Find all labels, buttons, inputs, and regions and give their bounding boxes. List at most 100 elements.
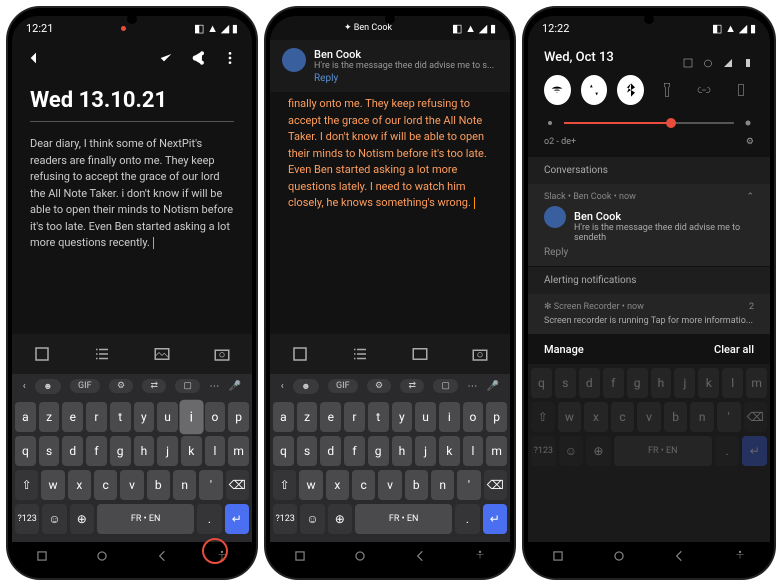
- reply-button[interactable]: Reply: [544, 247, 754, 258]
- sticker-icon[interactable]: ☻: [293, 379, 318, 394]
- editor-content[interactable]: Wed 13.10.21 Dear diary, I think some of…: [12, 76, 252, 334]
- key[interactable]: s: [297, 436, 318, 466]
- image-icon[interactable]: [153, 345, 171, 363]
- key[interactable]: i: [439, 402, 460, 432]
- key-k[interactable]: k: [181, 436, 202, 466]
- recents-icon[interactable]: [551, 549, 565, 563]
- key[interactable]: w: [299, 470, 322, 500]
- key[interactable]: g: [368, 436, 389, 466]
- chevron-up-icon[interactable]: ⌃: [746, 192, 754, 202]
- key-apostrophe[interactable]: ': [199, 470, 222, 500]
- clipboard-icon[interactable]: ▢: [433, 379, 458, 393]
- key[interactable]: e: [320, 402, 341, 432]
- key-emoji[interactable]: ☺: [42, 504, 66, 534]
- link-toggle[interactable]: [691, 75, 718, 105]
- back-nav-icon[interactable]: [155, 549, 169, 563]
- image-icon[interactable]: [411, 345, 429, 363]
- key[interactable]: t: [368, 402, 389, 432]
- key[interactable]: f: [344, 436, 365, 466]
- key-j[interactable]: j: [157, 436, 178, 466]
- gif-button[interactable]: GIF: [328, 379, 358, 393]
- key[interactable]: c: [352, 470, 375, 500]
- key-backspace[interactable]: ⌫: [484, 470, 507, 500]
- translate-icon[interactable]: ⇄: [400, 379, 424, 393]
- key[interactable]: d: [320, 436, 341, 466]
- home-icon[interactable]: [353, 549, 367, 563]
- key-z[interactable]: z: [39, 402, 60, 432]
- key[interactable]: o: [463, 402, 484, 432]
- key-g[interactable]: g: [110, 436, 131, 466]
- gif-button[interactable]: GIF: [70, 379, 100, 393]
- key-l[interactable]: l: [205, 436, 226, 466]
- key-t[interactable]: t: [110, 402, 131, 432]
- key[interactable]: y: [392, 402, 413, 432]
- key-w[interactable]: w: [41, 470, 64, 500]
- clear-all-button[interactable]: Clear all: [714, 343, 754, 356]
- key[interactable]: z: [297, 402, 318, 432]
- checkbox-icon[interactable]: [33, 345, 51, 363]
- battery-saver-toggle[interactable]: [727, 75, 754, 105]
- back-icon[interactable]: [26, 50, 42, 66]
- key-n[interactable]: n: [173, 470, 196, 500]
- list-icon[interactable]: [93, 345, 111, 363]
- recents-icon[interactable]: [35, 549, 49, 563]
- key[interactable]: k: [439, 436, 460, 466]
- key[interactable]: ': [457, 470, 480, 500]
- key-e[interactable]: e: [62, 402, 83, 432]
- clipboard-icon[interactable]: ▢: [175, 379, 200, 393]
- check-icon[interactable]: [158, 50, 174, 66]
- list-icon[interactable]: [351, 345, 369, 363]
- key-f[interactable]: f: [86, 436, 107, 466]
- key-b[interactable]: b: [147, 470, 170, 500]
- more-icon[interactable]: ⋯: [467, 381, 477, 392]
- note-body[interactable]: Dear diary, I think some of NextPit's re…: [30, 136, 234, 252]
- back-nav-icon[interactable]: [672, 549, 686, 563]
- key-space[interactable]: FR • EN: [355, 504, 452, 534]
- camera-icon[interactable]: [213, 345, 231, 363]
- key[interactable]: b: [405, 470, 428, 500]
- recents-icon[interactable]: [293, 549, 307, 563]
- more-icon[interactable]: ⋯: [209, 381, 219, 392]
- editor-content[interactable]: finally onto me. They keep refusing to a…: [270, 92, 510, 334]
- key-i[interactable]: i: [179, 400, 203, 435]
- key[interactable]: j: [415, 436, 436, 466]
- data-toggle[interactable]: [581, 75, 608, 105]
- key-shift[interactable]: ⇧: [15, 470, 38, 500]
- key-enter[interactable]: ↵: [225, 504, 249, 534]
- key-shift[interactable]: ⇧: [273, 470, 296, 500]
- key[interactable]: x: [326, 470, 349, 500]
- key-space[interactable]: FR • EN: [97, 504, 194, 534]
- key-period[interactable]: .: [455, 504, 479, 534]
- sticker-icon[interactable]: ☻: [35, 379, 60, 394]
- key-symbols[interactable]: ?123: [273, 504, 297, 534]
- key[interactable]: v: [378, 470, 401, 500]
- key-emoji[interactable]: ☺: [300, 504, 324, 534]
- note-body[interactable]: finally onto me. They keep refusing to a…: [288, 96, 492, 212]
- key-d[interactable]: d: [62, 436, 83, 466]
- key-q[interactable]: q: [15, 436, 36, 466]
- key[interactable]: p: [486, 402, 507, 432]
- key[interactable]: a: [273, 402, 294, 432]
- accessibility-icon[interactable]: [733, 549, 747, 563]
- key-s[interactable]: s: [39, 436, 60, 466]
- key[interactable]: u: [415, 402, 436, 432]
- home-icon[interactable]: [612, 549, 626, 563]
- key[interactable]: q: [273, 436, 294, 466]
- notification-recorder[interactable]: ✻ Screen Recorder • now 2 Screen recorde…: [528, 294, 770, 334]
- share-icon[interactable]: [190, 50, 206, 66]
- settings-icon[interactable]: ⚙: [367, 379, 391, 393]
- key[interactable]: h: [392, 436, 413, 466]
- home-icon[interactable]: [95, 549, 109, 563]
- mic-icon[interactable]: 🎤: [229, 381, 241, 392]
- settings-icon[interactable]: ⚙: [746, 137, 754, 147]
- back-nav-icon[interactable]: [413, 549, 427, 563]
- key-h[interactable]: h: [134, 436, 155, 466]
- key-backspace[interactable]: ⌫: [226, 470, 249, 500]
- key[interactable]: m: [486, 436, 507, 466]
- key-enter[interactable]: ↵: [483, 504, 507, 534]
- notification-slack[interactable]: Slack • Ben Cook • now ⌃ Ben Cook H're i…: [528, 184, 770, 266]
- settings-icon[interactable]: ⚙: [109, 379, 133, 393]
- key[interactable]: l: [463, 436, 484, 466]
- key-r[interactable]: r: [86, 402, 107, 432]
- chevron-left-icon[interactable]: ‹: [281, 381, 284, 392]
